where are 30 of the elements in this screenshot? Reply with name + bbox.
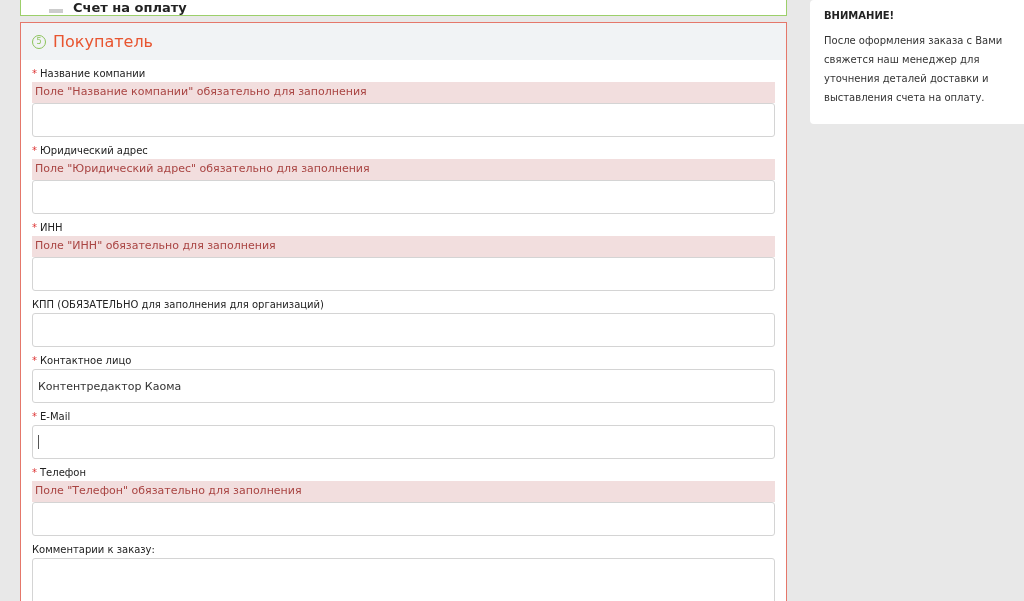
input-field[interactable] [32,425,775,459]
input-field[interactable]: Контентредактор Каома [32,369,775,403]
error-message: Поле "Название компании" обязательно для заполнения [32,82,775,103]
required-mark: * [32,145,37,156]
required-mark: * [32,68,37,79]
error-message: Поле "ИНН" обязательно для заполнения [32,236,775,257]
document-icon [49,7,63,15]
field-label: E-Mail [40,411,71,422]
error-message: Поле "Юридический адрес" обязательно для заполнения [32,159,775,180]
payment-title: Счет на оплату [73,0,187,15]
input-field[interactable] [32,502,775,536]
field-label: КПП (ОБЯЗАТЕЛЬНО для заполнения для организаций) [32,299,324,310]
input-field[interactable] [32,257,775,291]
input-field[interactable] [32,103,775,137]
field-label: Комментарии к заказу: [32,544,155,555]
input-field[interactable] [32,180,775,214]
required-mark: * [32,411,37,422]
field-label: Телефон [40,467,86,478]
notice-text: После оформления заказа с Вами свяжется наш менеджер для уточнения деталей доставки и выставления счета на оплату. [824,34,1004,105]
field-label: Контактное лицо [40,355,132,366]
field-label: Название компании [40,68,146,79]
input-field[interactable] [32,313,775,347]
notice-title: ВНИМАНИЕ! [824,10,896,21]
required-mark: * [32,222,37,233]
field-label: ИНН [40,222,63,233]
required-mark: * [32,355,37,366]
required-mark: * [32,467,37,478]
field-label: Юридический адрес [40,145,148,156]
error-message: Поле "Телефон" обязательно для заполнения [32,481,775,502]
panel-title: Покупатель [53,32,154,51]
